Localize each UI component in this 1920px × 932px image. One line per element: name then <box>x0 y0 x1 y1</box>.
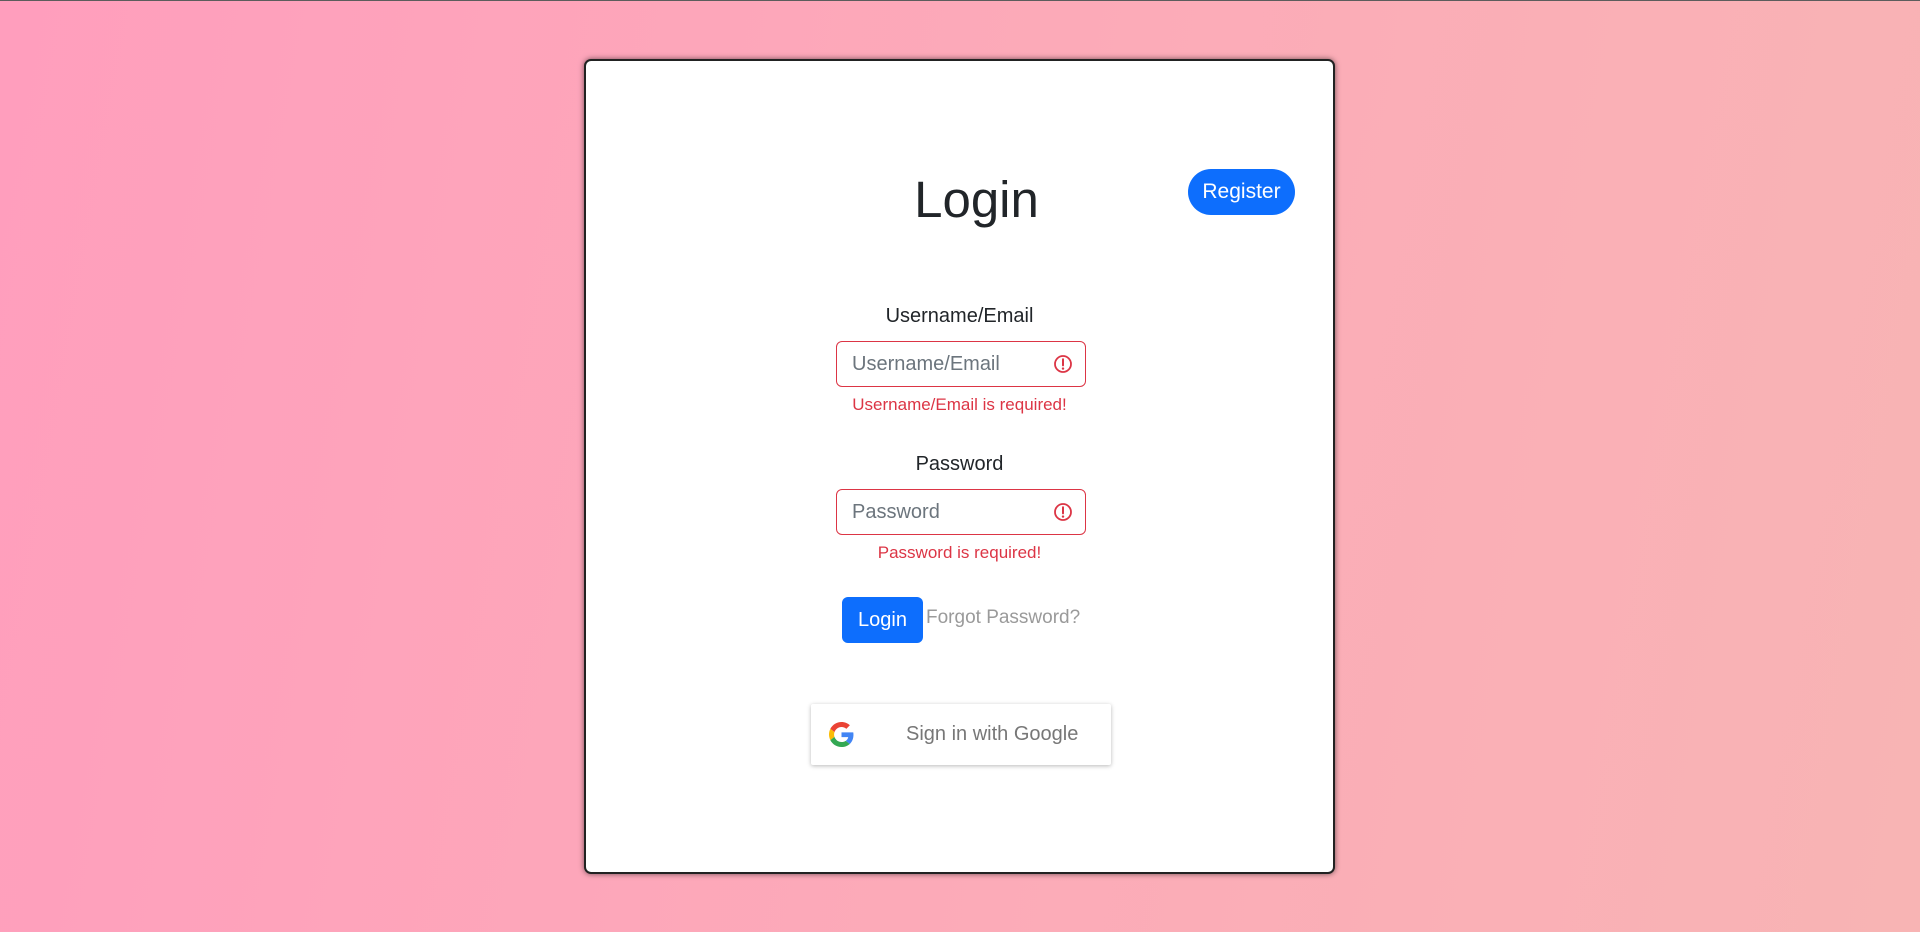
register-button[interactable]: Register <box>1188 169 1295 215</box>
google-g-icon <box>829 722 854 747</box>
username-error: Username/Email is required! <box>852 395 1067 414</box>
window-top-border <box>0 0 1920 1</box>
password-field-wrapper <box>836 489 1086 535</box>
login-card: Login Register Username/Email Username/E… <box>584 59 1335 874</box>
password-input[interactable] <box>837 490 1085 534</box>
exclamation-circle-icon <box>1054 355 1072 373</box>
forgot-password-link[interactable]: Forgot Password? <box>926 607 1080 629</box>
username-input[interactable] <box>837 342 1085 386</box>
username-field-wrapper <box>836 341 1086 387</box>
login-button[interactable]: Login <box>842 597 923 643</box>
password-error: Password is required! <box>877 543 1042 562</box>
password-label: Password <box>915 453 1004 475</box>
google-sign-in-label: Sign in with Google <box>906 723 1079 745</box>
username-label: Username/Email <box>885 305 1034 327</box>
google-sign-in-button[interactable]: Sign in with Google <box>811 704 1111 765</box>
exclamation-circle-icon <box>1054 503 1072 521</box>
